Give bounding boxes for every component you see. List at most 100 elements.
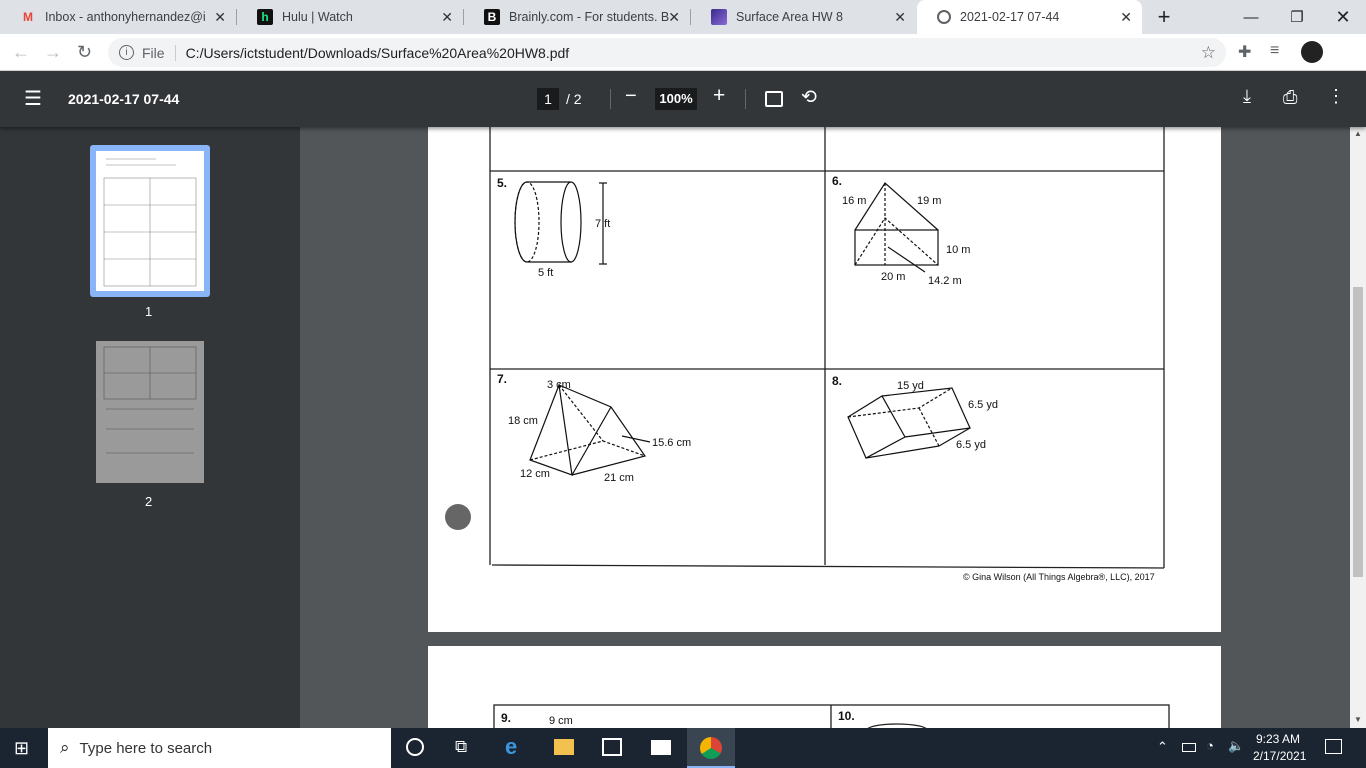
edge-icon[interactable]: e bbox=[505, 734, 517, 760]
mail-icon[interactable] bbox=[651, 740, 671, 755]
tab-hulu[interactable]: h Hulu | Watch ✕ bbox=[237, 0, 463, 34]
reload-button[interactable]: ↻ bbox=[77, 42, 92, 63]
zoom-out-button[interactable]: − bbox=[625, 85, 637, 108]
url-text[interactable]: C:/Users/ictstudent/Downloads/Surface%20… bbox=[186, 45, 570, 61]
tab-surface-area[interactable]: Surface Area HW 8 ✕ bbox=[691, 0, 916, 34]
print-icon[interactable]: ⎙ bbox=[1283, 87, 1297, 108]
diagram-label: 15 yd bbox=[897, 380, 924, 392]
scroll-up-arrow[interactable]: ▲ bbox=[1354, 129, 1362, 138]
restore-button[interactable]: ❐ bbox=[1274, 0, 1320, 34]
battery-icon[interactable] bbox=[1182, 743, 1196, 752]
diagram-label: 8. bbox=[832, 374, 842, 388]
omnibox[interactable]: i File C:/Users/ictstudent/Downloads/Sur… bbox=[108, 38, 1226, 67]
diagram-label: 10. bbox=[838, 709, 855, 723]
diagram-label: 12 cm bbox=[520, 468, 550, 480]
menu-icon[interactable]: ☰ bbox=[24, 86, 42, 111]
avatar[interactable] bbox=[1301, 41, 1323, 63]
taskbar: ⊞ ⌕ Type here to search ⧉ e ⌃ ◔ 🔈 9:23 A… bbox=[0, 728, 1366, 768]
search-placeholder: Type here to search bbox=[79, 739, 213, 757]
forward-button[interactable]: → bbox=[44, 42, 62, 63]
star-icon[interactable]: ☆ bbox=[1201, 43, 1216, 63]
fit-page-icon[interactable] bbox=[765, 91, 783, 107]
tab-pdf-active[interactable]: 2021-02-17 07-44 ✕ bbox=[917, 0, 1142, 34]
vertical-scrollbar[interactable]: ▲ ▼ bbox=[1350, 127, 1366, 728]
diagram-label: 10 m bbox=[946, 244, 970, 256]
diagram-label: 3 cm bbox=[547, 379, 571, 391]
close-window-button[interactable]: ✕ bbox=[1320, 0, 1366, 34]
volume-icon[interactable]: 🔈 bbox=[1228, 738, 1244, 754]
diagram-label: 9. bbox=[501, 711, 511, 725]
diagram-label: 15.6 cm bbox=[652, 437, 691, 449]
clock-date[interactable]: 2/17/2021 bbox=[1253, 749, 1306, 763]
thumbnail-label: 2 bbox=[145, 494, 153, 509]
diagram-label: 6.5 yd bbox=[968, 399, 998, 411]
pdf-page-1: 5. 7 ft 5 ft 6. 16 m 19 m 10 m 20 m 14.2… bbox=[428, 100, 1221, 632]
tab-label: Hulu | Watch bbox=[282, 10, 353, 24]
gmail-icon: M bbox=[23, 10, 33, 24]
page-number-input[interactable]: 1 bbox=[537, 88, 559, 110]
hulu-icon: h bbox=[257, 9, 273, 25]
diagram-label: 9 cm bbox=[549, 715, 573, 727]
thumbnail-label: 1 bbox=[145, 304, 153, 319]
windows-start-icon[interactable]: ⊞ bbox=[14, 738, 29, 759]
diagram-label: 19 m bbox=[917, 195, 941, 207]
diagram-label: 5. bbox=[497, 176, 507, 190]
diagram-label: 21 cm bbox=[604, 472, 634, 484]
diagram-label: 16 m bbox=[842, 195, 866, 207]
zoom-in-button[interactable]: + bbox=[713, 84, 725, 108]
minimize-button[interactable]: — bbox=[1228, 0, 1274, 34]
page-total: / 2 bbox=[566, 91, 582, 107]
diagram-label: 7 ft bbox=[595, 218, 610, 230]
close-tab-icon[interactable]: ✕ bbox=[1120, 9, 1132, 26]
address-bar-row: ← → ↻ i File C:/Users/ictstudent/Downloa… bbox=[0, 34, 1366, 71]
cortana-icon[interactable] bbox=[406, 738, 424, 756]
clock-time[interactable]: 9:23 AM bbox=[1256, 732, 1300, 746]
copyright-text: © Gina Wilson (All Things Algebra®, LLC)… bbox=[963, 572, 1155, 582]
diagram-label: 6. bbox=[832, 174, 842, 188]
info-icon[interactable]: i bbox=[119, 45, 134, 60]
show-hidden-icons[interactable]: ⌃ bbox=[1157, 739, 1168, 755]
task-view-icon[interactable]: ⧉ bbox=[455, 737, 467, 757]
rotate-icon[interactable]: ⟲ bbox=[801, 86, 817, 109]
chrome-icon bbox=[700, 737, 722, 759]
diagram-label: 14.2 m bbox=[928, 275, 962, 287]
extensions-icon[interactable]: ✚ bbox=[1238, 42, 1251, 62]
wifi-icon[interactable]: ◔ bbox=[1206, 738, 1214, 753]
search-icon: ⌕ bbox=[60, 738, 70, 757]
tab-label: Brainly.com - For students. By s bbox=[509, 10, 669, 24]
chrome-taskbar-button[interactable] bbox=[687, 728, 735, 768]
tab-label: Inbox - anthonyhernandez@ict bbox=[45, 10, 205, 24]
document-title: 2021-02-17 07-44 bbox=[68, 91, 180, 107]
more-options-icon[interactable]: ⋮ bbox=[1327, 86, 1345, 107]
prism-diagram-7 bbox=[529, 382, 651, 476]
scrollbar-thumb[interactable] bbox=[1353, 287, 1363, 577]
file-explorer-icon[interactable] bbox=[554, 739, 574, 755]
close-tab-icon[interactable]: ✕ bbox=[214, 9, 226, 26]
download-icon[interactable]: ⤓ bbox=[1243, 86, 1251, 107]
scheme-label: File bbox=[142, 44, 165, 61]
close-tab-icon[interactable]: ✕ bbox=[894, 9, 906, 26]
prism-diagram-8 bbox=[847, 387, 971, 459]
hole-punch-mark bbox=[445, 504, 471, 530]
new-tab-button[interactable]: + bbox=[1142, 0, 1186, 34]
store-icon[interactable] bbox=[602, 738, 622, 756]
diagram-label: 7. bbox=[497, 372, 507, 386]
image-icon bbox=[711, 9, 727, 25]
thumbnail-page-1[interactable] bbox=[96, 151, 204, 291]
tab-brainly[interactable]: B Brainly.com - For students. By s ✕ bbox=[464, 0, 690, 34]
cylinder-diagram bbox=[514, 181, 607, 265]
globe-icon bbox=[937, 10, 951, 24]
taskbar-search-box[interactable]: ⌕ Type here to search bbox=[48, 728, 391, 768]
back-button[interactable]: ← bbox=[12, 42, 30, 63]
diagram-label: 18 cm bbox=[508, 415, 538, 427]
thumbnail-page-2[interactable] bbox=[96, 341, 204, 483]
zoom-input[interactable]: 100% bbox=[655, 88, 697, 110]
notifications-icon[interactable] bbox=[1325, 739, 1342, 754]
scroll-down-arrow[interactable]: ▼ bbox=[1354, 715, 1362, 724]
tab-gmail[interactable]: M Inbox - anthonyhernandez@ict ✕ bbox=[0, 0, 236, 34]
diagram-label: 20 m bbox=[881, 271, 905, 283]
brainly-icon: B bbox=[484, 9, 500, 25]
close-tab-icon[interactable]: ✕ bbox=[441, 9, 453, 26]
close-tab-icon[interactable]: ✕ bbox=[668, 9, 680, 26]
media-icon[interactable]: ≡ bbox=[1270, 42, 1279, 60]
